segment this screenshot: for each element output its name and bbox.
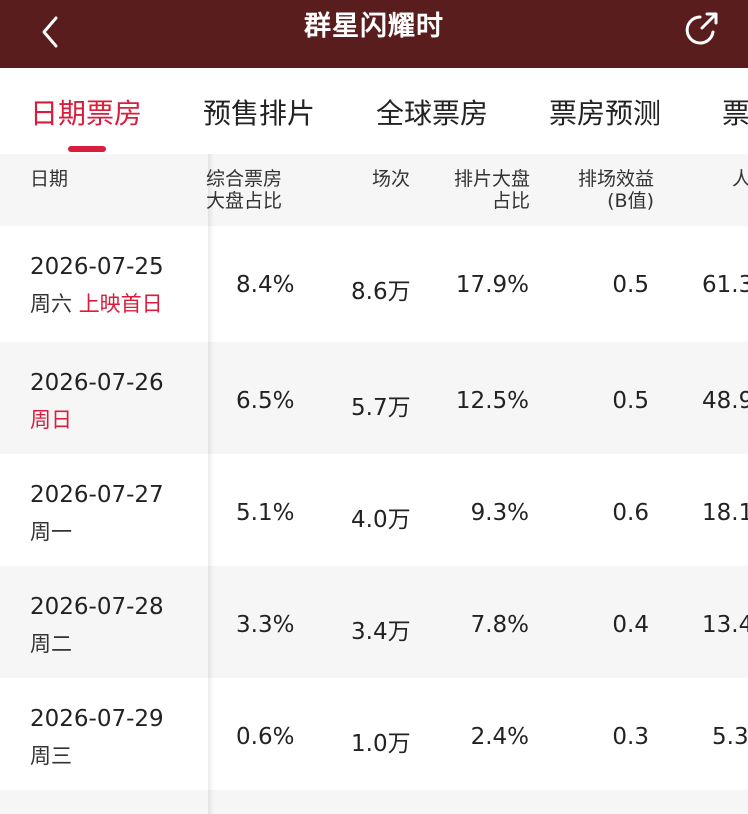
row-weekday: 周三 <box>30 744 72 768</box>
row-efficiency: 0.4 <box>612 612 649 638</box>
tab-bar: 日期票房 预售排片 全球票房 票房预测 票 <box>0 68 748 155</box>
tab-presale-schedule[interactable]: 预售排片 <box>203 92 315 132</box>
table-row-partial <box>0 790 748 814</box>
row-sessions: 8.6万 <box>351 279 411 305</box>
table-row[interactable]: 2026-07-26 周日 6.5% 5.7万 12.5% 0.5 48.9 <box>0 342 748 454</box>
row-efficiency: 0.6 <box>612 500 649 526</box>
row-people: 18.1 <box>702 500 748 526</box>
row-share: 6.5% <box>236 388 295 414</box>
row-date: 2026-07-29 <box>30 706 164 732</box>
col-efficiency[interactable]: 排场效益 (B值) <box>550 168 654 212</box>
row-share: 8.4% <box>236 272 295 298</box>
table-row[interactable]: 2026-07-28 周二 3.3% 3.4万 7.8% 0.4 13.4 <box>0 566 748 678</box>
tab-global-box-office[interactable]: 全球票房 <box>376 92 488 132</box>
page-title: 群星闪耀时 <box>304 11 444 42</box>
row-people: 61.3 <box>702 272 748 298</box>
row-people: 48.9 <box>702 388 748 414</box>
tab-more[interactable]: 票 <box>722 92 748 132</box>
row-date: 2026-07-26 <box>30 370 164 396</box>
row-people: 5.3 <box>712 724 748 750</box>
row-sessions: 4.0万 <box>351 507 411 533</box>
row-efficiency: 0.3 <box>612 724 649 750</box>
table-row[interactable]: 2026-07-25 周六 上映首日 8.4% 8.6万 17.9% 0.5 6… <box>0 226 748 338</box>
row-weekday: 周日 <box>30 408 72 432</box>
col-schedule[interactable]: 排片大盘 占比 <box>430 168 530 212</box>
col-sessions[interactable]: 场次 <box>330 168 410 190</box>
row-schedule: 17.9% <box>455 272 529 298</box>
row-share: 3.3% <box>236 612 295 638</box>
row-efficiency: 0.5 <box>612 272 649 298</box>
row-schedule: 2.4% <box>470 724 529 750</box>
row-people: 13.4 <box>702 612 748 638</box>
row-weekday: 周二 <box>30 632 72 656</box>
row-schedule: 9.3% <box>470 500 529 526</box>
table-row[interactable]: 2026-07-29 周三 0.6% 1.0万 2.4% 0.3 5.3 <box>0 678 748 790</box>
row-share: 0.6% <box>236 724 295 750</box>
row-sessions: 1.0万 <box>351 731 411 757</box>
table-row[interactable]: 2026-07-27 周一 5.1% 4.0万 9.3% 0.6 18.1 <box>0 454 748 566</box>
row-share: 5.1% <box>236 500 295 526</box>
top-bar: 群星闪耀时 <box>0 0 748 68</box>
row-efficiency: 0.5 <box>612 388 649 414</box>
row-sessions: 3.4万 <box>351 619 411 645</box>
table-body: 2026-07-25 周六 上映首日 8.4% 8.6万 17.9% 0.5 6… <box>0 226 748 814</box>
row-schedule: 7.8% <box>470 612 529 638</box>
row-date: 2026-07-28 <box>30 594 164 620</box>
row-date: 2026-07-27 <box>30 482 164 508</box>
col-people[interactable]: 人 <box>732 168 748 190</box>
row-date: 2026-07-25 <box>30 254 164 280</box>
row-weekday: 周六 上映首日 <box>30 292 163 316</box>
col-date[interactable]: 日期 <box>30 168 68 190</box>
tab-active-indicator <box>68 146 106 152</box>
sticky-column-shadow <box>208 154 214 814</box>
share-icon[interactable] <box>680 8 722 50</box>
col-share[interactable]: 综合票房 大盘占比 <box>206 168 288 212</box>
row-weekday: 周一 <box>30 520 72 544</box>
tab-box-office-forecast[interactable]: 票房预测 <box>549 92 661 132</box>
table-header: 日期 综合票房 大盘占比 场次 排片大盘 占比 排场效益 (B值) 人 <box>0 154 748 226</box>
tab-daily-box-office[interactable]: 日期票房 <box>30 92 142 132</box>
row-schedule: 12.5% <box>455 388 529 414</box>
row-sessions: 5.7万 <box>351 395 411 421</box>
